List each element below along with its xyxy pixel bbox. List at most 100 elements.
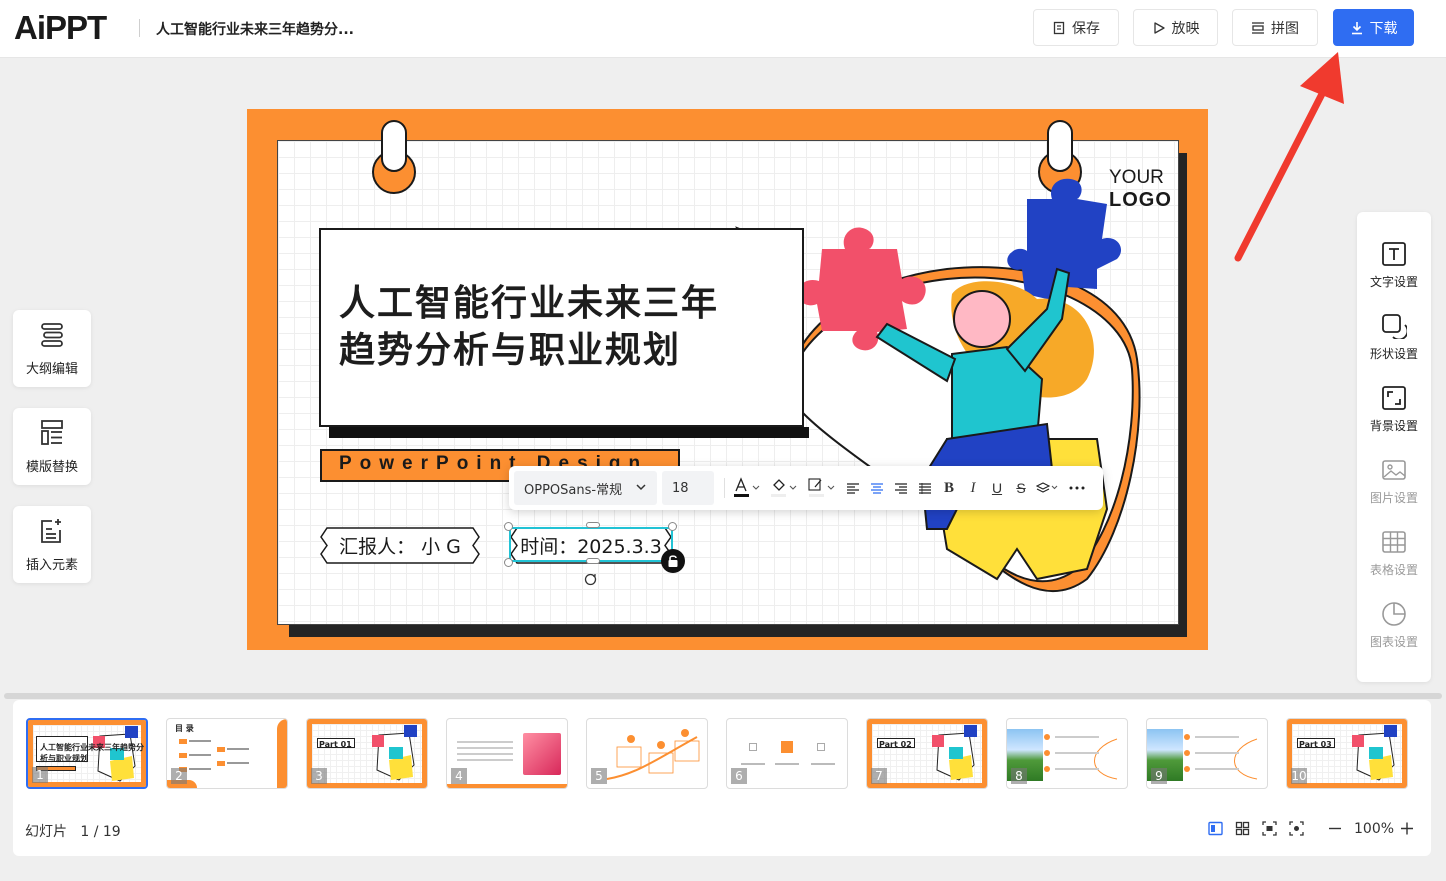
slide-thumbnail[interactable]: 8 — [1006, 718, 1128, 789]
play-label: 放映 — [1171, 20, 1200, 37]
paint-bucket-icon — [771, 479, 797, 497]
slide-canvas[interactable]: 人工智能行业未来三年 趋势分析与职业规划 PowerPoint Design Y… — [247, 109, 1208, 650]
image-settings-button[interactable]: 图片设置 — [1357, 457, 1431, 517]
pie-chart-icon — [1382, 602, 1406, 626]
resize-handle[interactable] — [668, 522, 677, 531]
slide-thumbnail-number: 1 — [32, 767, 48, 783]
slide-thumbnail[interactable]: 7 Part 02 — [866, 718, 988, 789]
shape-settings-button[interactable]: 形状设置 — [1357, 313, 1431, 373]
resize-handle[interactable] — [586, 558, 600, 564]
bold-icon[interactable]: B — [937, 480, 961, 497]
annotation-arrow-icon — [1234, 52, 1344, 262]
italic-icon[interactable]: I — [961, 480, 985, 497]
fill-color-button[interactable] — [765, 477, 803, 499]
rotate-handle-icon[interactable] — [583, 572, 598, 587]
zoom-in-icon[interactable] — [1400, 821, 1414, 836]
slide-thumbnail-number: 10 — [1291, 768, 1307, 784]
justify-icon — [919, 483, 931, 494]
chevron-down-icon — [636, 484, 646, 491]
slide-logo-line1: YOUR — [1109, 167, 1164, 188]
font-family-value: OPPOSans-常规 — [524, 482, 623, 498]
slide-logo[interactable]: YOUR LOGO — [1109, 167, 1172, 212]
font-size-value: 18 — [672, 480, 689, 496]
slide-thumbnail-caption: Part 02 — [879, 740, 912, 749]
zoom-out-icon[interactable] — [1328, 821, 1342, 836]
insert-element-button[interactable]: 插入元素 — [13, 506, 91, 583]
underline-icon[interactable]: U — [985, 480, 1009, 496]
slide-logo-line2: LOGO — [1109, 189, 1172, 211]
image-icon — [1382, 460, 1406, 480]
property-panel: 文字设置 形状设置 背景设置 图片设置 表格设置 图表设置 — [1357, 212, 1431, 682]
puzzle-layout-icon — [1252, 21, 1264, 34]
normal-view-icon[interactable] — [1208, 821, 1223, 836]
selection-frame[interactable] — [509, 527, 673, 562]
document-title[interactable]: 人工智能行业未来三年趋势分... — [156, 19, 354, 39]
align-right-button[interactable] — [889, 481, 913, 495]
filmstrip-scrollbar[interactable] — [4, 693, 1442, 699]
slide-thumbnail-number: 5 — [591, 768, 607, 784]
resize-handle[interactable] — [586, 522, 600, 528]
table-settings-button[interactable]: 表格设置 — [1357, 529, 1431, 589]
font-color-button[interactable] — [729, 477, 765, 499]
slide-counter: 幻灯片 1 / 19 — [25, 821, 121, 841]
layers-icon — [1036, 482, 1058, 493]
align-left-button[interactable] — [841, 481, 865, 495]
divider — [139, 19, 140, 37]
fit-screen-icon[interactable] — [1262, 821, 1277, 836]
reporter-textbox[interactable]: 汇报人： 小 G — [319, 527, 481, 564]
align-center-icon — [871, 483, 883, 494]
more-button[interactable] — [1063, 486, 1091, 490]
pen-edit-icon — [808, 478, 835, 497]
shape-settings-label: 形状设置 — [1369, 347, 1418, 361]
save-label: 保存 — [1072, 20, 1100, 37]
slide-thumbnail[interactable]: 2 目 录 — [166, 718, 288, 789]
text-settings-button[interactable]: 文字设置 — [1357, 241, 1431, 301]
font-family-select[interactable]: OPPOSans-常规 — [514, 471, 657, 505]
align-center-button[interactable] — [865, 481, 889, 495]
grid-view-icon[interactable] — [1235, 821, 1250, 836]
slide-thumbnail[interactable]: 5 — [586, 718, 708, 789]
text-settings-label: 文字设置 — [1369, 275, 1418, 289]
lock-icon[interactable] — [661, 549, 685, 573]
template-icon — [41, 419, 63, 445]
border-color-button[interactable] — [803, 477, 841, 499]
slide-thumbnail[interactable]: 9 — [1146, 718, 1268, 789]
template-replace-label: 模版替换 — [25, 459, 78, 475]
text-format-toolbar: OPPOSans-常规 18 B I U S — [509, 466, 1103, 510]
slide-thumbnail[interactable]: 3 Part 01 — [306, 718, 428, 789]
layer-button[interactable] — [1033, 481, 1063, 495]
slide-thumbnail[interactable]: 6 — [726, 718, 848, 789]
background-icon — [1382, 386, 1406, 410]
slide-thumbnail[interactable]: 10 Part 03 — [1286, 718, 1408, 789]
font-color-icon — [734, 477, 760, 497]
slide-thumbnail[interactable]: 4 — [446, 718, 568, 789]
outline-edit-label: 大纲编辑 — [25, 361, 78, 377]
slide-thumbnail-number: 3 — [311, 768, 327, 784]
outline-edit-button[interactable]: 大纲编辑 — [13, 310, 91, 387]
slide-title[interactable]: 人工智能行业未来三年 趋势分析与职业规划 — [339, 279, 719, 373]
download-label: 下载 — [1369, 20, 1398, 37]
app-logo[interactable]: AiPPT — [14, 11, 107, 45]
chart-settings-label: 图表设置 — [1369, 635, 1418, 649]
table-settings-label: 表格设置 — [1369, 563, 1418, 577]
background-settings-button[interactable]: 背景设置 — [1357, 385, 1431, 445]
slide-thumbnail[interactable]: 1 人工智能行业未来三年趋势分析与职业规划 — [26, 718, 148, 789]
fullscreen-icon[interactable] — [1289, 821, 1304, 836]
font-size-select[interactable]: 18 — [662, 471, 714, 505]
background-settings-label: 背景设置 — [1369, 419, 1418, 433]
slide-counter-label: 幻灯片 — [25, 824, 67, 840]
outline-icon — [41, 322, 63, 347]
save-icon — [1053, 21, 1065, 34]
resize-handle[interactable] — [504, 558, 513, 567]
resize-handle[interactable] — [504, 522, 513, 531]
slide-thumbnail-number: 9 — [1151, 768, 1167, 784]
play-icon — [1153, 21, 1165, 34]
slide-thumbnail-number: 4 — [451, 768, 467, 784]
save-button[interactable]: 保存 — [1033, 9, 1119, 46]
template-replace-button[interactable]: 模版替换 — [13, 408, 91, 485]
play-button[interactable]: 放映 — [1133, 9, 1218, 46]
justify-button[interactable] — [913, 481, 937, 495]
chart-settings-button[interactable]: 图表设置 — [1357, 601, 1431, 661]
strikethrough-icon[interactable]: S — [1009, 480, 1033, 496]
more-horizontal-icon — [1069, 486, 1085, 490]
